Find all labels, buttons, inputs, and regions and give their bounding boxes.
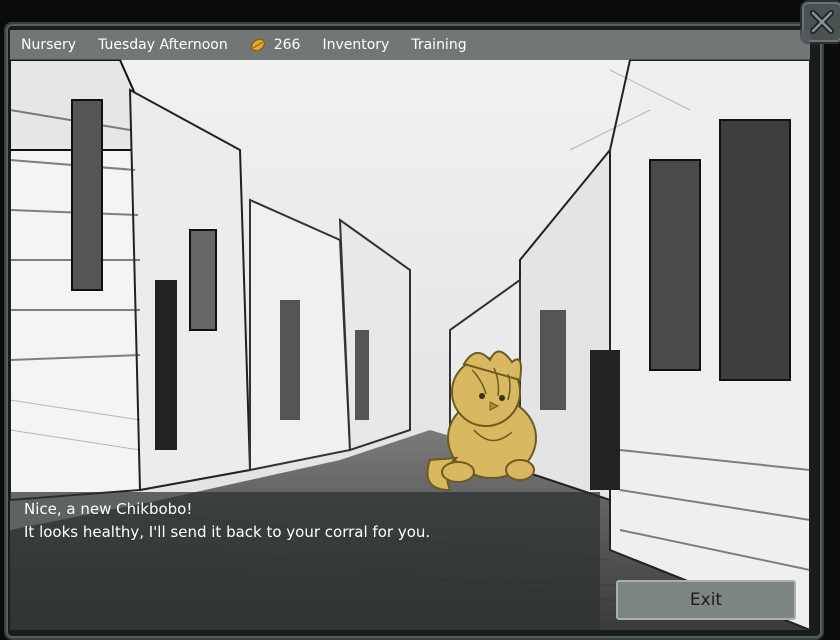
dialog-box: Nice, a new Chikbobo! It looks healthy, …: [10, 492, 600, 630]
dialog-line-2: It looks healthy, I'll send it back to y…: [24, 523, 431, 541]
time-of-day-label: Tuesday Afternoon: [98, 37, 228, 53]
currency-amount: 266: [273, 37, 301, 53]
top-bar: Nursery Tuesday Afternoon 266 Inventory …: [10, 30, 810, 60]
location-label: Nursery: [21, 37, 77, 53]
chikbobo-body: [426, 350, 537, 492]
close-icon: [810, 10, 834, 34]
currency-display: 266: [239, 37, 312, 53]
chikbobo-creature: [426, 350, 537, 492]
inventory-menu[interactable]: Inventory: [311, 37, 400, 53]
exit-button[interactable]: Exit: [616, 580, 796, 620]
dialog-line-1: Nice, a new Chikbobo!: [24, 500, 193, 518]
training-menu[interactable]: Training: [400, 37, 477, 53]
seed-icon: [250, 38, 265, 52]
